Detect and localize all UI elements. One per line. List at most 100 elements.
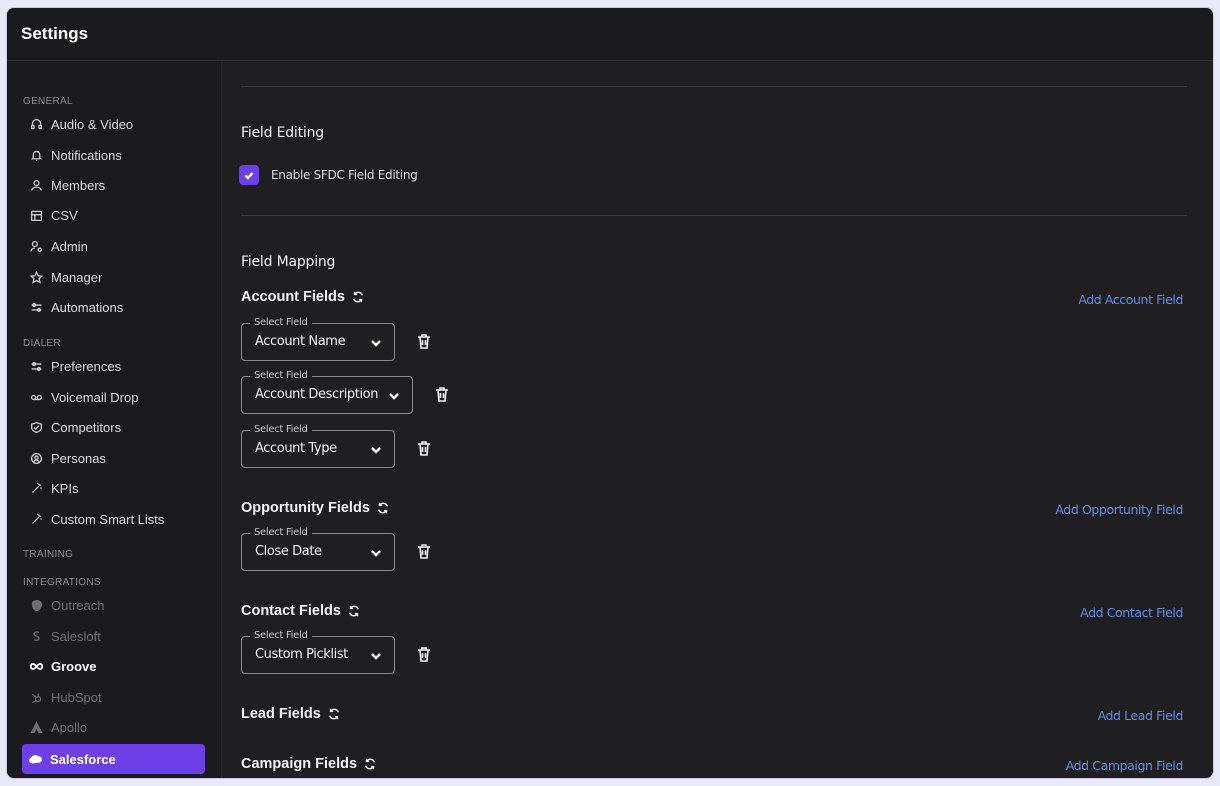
add-campaign-field-link[interactable]: Add Campaign Field — [1066, 758, 1184, 773]
select-legend: Select Field — [250, 317, 312, 328]
sidebar-item-manager[interactable]: Manager — [23, 263, 205, 291]
sidebar-item-label: Salesforce — [50, 751, 116, 767]
star-icon — [21, 270, 51, 284]
trash-icon[interactable] — [435, 387, 449, 402]
sidebar-item-label: Admin — [51, 238, 88, 254]
refresh-icon[interactable] — [347, 604, 361, 618]
account-field-select-2[interactable]: Select Field Account Description — [241, 370, 413, 414]
refresh-icon[interactable] — [351, 290, 365, 304]
sidebar-section-training[interactable]: TRAINING — [23, 549, 73, 560]
sidebar-item-personas[interactable]: Personas — [23, 444, 205, 472]
add-opportunity-field-link[interactable]: Add Opportunity Field — [1055, 502, 1183, 517]
sidebar-item-label: Groove — [51, 658, 97, 674]
sliders-icon — [21, 360, 51, 373]
sidebar-item-label: HubSpot — [51, 689, 102, 705]
sidebar-item-kpis[interactable]: KPIs — [23, 474, 205, 502]
hubspot-icon — [21, 691, 51, 704]
sidebar-item-label: Automations — [51, 299, 124, 315]
sidebar-item-automations[interactable]: Automations — [23, 293, 205, 321]
competitors-icon — [21, 421, 51, 434]
headset-icon — [21, 118, 51, 131]
sidebar-item-label: CSV — [51, 207, 78, 223]
voicemail-icon — [21, 391, 51, 404]
chevron-down-icon — [370, 546, 382, 558]
sidebar-item-admin[interactable]: Admin — [23, 232, 205, 260]
outreach-icon — [21, 599, 51, 612]
divider — [241, 86, 1187, 87]
sidebar-item-custom-smart-lists[interactable]: Custom Smart Lists — [23, 505, 205, 533]
window-title: Settings — [21, 24, 89, 43]
select-legend: Select Field — [250, 630, 312, 641]
sidebar-item-csv[interactable]: CSV — [23, 201, 205, 229]
account-field-select-3[interactable]: Select Field Account Type — [241, 424, 395, 468]
trash-icon[interactable] — [417, 647, 431, 662]
checkmark-icon — [244, 172, 254, 180]
lead-fields-title: Lead Fields — [241, 706, 341, 722]
contact-fields-title: Contact Fields — [241, 603, 361, 619]
sidebar-item-label: Salesloft — [51, 628, 101, 644]
infinity-icon — [21, 660, 51, 673]
sidebar-section-dialer: DIALER — [23, 338, 61, 349]
opportunity-field-select-1[interactable]: Select Field Close Date — [241, 527, 395, 571]
refresh-icon[interactable] — [327, 707, 341, 721]
sidebar-item-groove[interactable]: Groove — [23, 652, 205, 680]
sidebar-item-notifications[interactable]: Notifications — [23, 141, 205, 169]
sidebar-item-salesforce[interactable]: Salesforce — [22, 744, 205, 774]
title-bar: Settings — [7, 8, 1213, 61]
sidebar-item-label: Members — [51, 177, 106, 193]
add-contact-field-link[interactable]: Add Contact Field — [1080, 605, 1183, 620]
main-content: Field Editing Enable SFDC Field Editing … — [222, 61, 1213, 778]
sidebar-item-salesloft[interactable]: Salesloft — [23, 622, 205, 650]
sidebar-item-preferences[interactable]: Preferences — [23, 352, 205, 380]
field-mapping-title: Field Mapping — [241, 254, 336, 270]
select-value: Close Date — [255, 544, 322, 559]
select-value: Account Description — [255, 387, 379, 402]
trash-icon[interactable] — [417, 441, 431, 456]
trash-icon[interactable] — [417, 544, 431, 559]
sidebar-item-label: Manager — [51, 269, 103, 285]
field-editing-title: Field Editing — [241, 125, 324, 141]
sidebar-item-voicemail-drop[interactable]: Voicemail Drop — [23, 383, 205, 411]
settings-window: Settings GENERAL Audio & Video Notificat… — [6, 7, 1214, 779]
sidebar-item-competitors[interactable]: Competitors — [23, 413, 205, 441]
sidebar-item-outreach[interactable]: Outreach — [23, 591, 205, 619]
sidebar-item-label: Apollo — [51, 719, 88, 735]
trash-icon[interactable] — [417, 334, 431, 349]
chevron-down-icon — [388, 389, 400, 401]
sidebar-section-integrations: INTEGRATIONS — [23, 577, 101, 588]
select-legend: Select Field — [250, 527, 312, 538]
sidebar-item-label: Personas — [51, 450, 106, 466]
add-lead-field-link[interactable]: Add Lead Field — [1098, 708, 1184, 723]
group-title-text: Lead Fields — [241, 706, 321, 722]
apollo-icon — [21, 720, 51, 734]
opportunity-fields-title: Opportunity Fields — [241, 500, 390, 516]
sidebar-item-hubspot[interactable]: HubSpot — [23, 683, 205, 711]
sidebar-item-label: Outreach — [51, 597, 105, 613]
enable-sfdc-field-editing-label[interactable]: Enable SFDC Field Editing — [271, 168, 418, 182]
select-value: Account Type — [255, 441, 337, 456]
refresh-icon[interactable] — [376, 501, 390, 515]
contact-field-select-1[interactable]: Select Field Custom Picklist — [241, 630, 395, 674]
sidebar-item-members[interactable]: Members — [23, 171, 205, 199]
group-title-text: Campaign Fields — [241, 756, 358, 772]
chevron-down-icon — [370, 443, 382, 455]
select-value: Custom Picklist — [255, 647, 348, 662]
sidebar: GENERAL Audio & Video Notifications Memb… — [7, 61, 222, 778]
add-account-field-link[interactable]: Add Account Field — [1078, 292, 1183, 307]
refresh-icon[interactable] — [363, 757, 377, 771]
magic-wand-icon — [21, 481, 51, 495]
sidebar-item-label: Preferences — [51, 358, 122, 374]
enable-sfdc-field-editing-checkbox[interactable] — [239, 165, 259, 185]
admin-icon — [21, 240, 51, 253]
sidebar-item-audio-video[interactable]: Audio & Video — [23, 110, 205, 138]
sidebar-item-label: Voicemail Drop — [51, 389, 139, 405]
select-value: Account Name — [255, 334, 346, 349]
sidebar-item-apollo[interactable]: Apollo — [23, 713, 205, 741]
account-field-select-1[interactable]: Select Field Account Name — [241, 317, 395, 361]
sidebar-section-general: GENERAL — [23, 96, 73, 107]
persona-icon — [21, 452, 51, 465]
sidebar-item-label: KPIs — [51, 480, 79, 496]
sidebar-item-label: Competitors — [51, 419, 122, 435]
sidebar-item-label: Audio & Video — [51, 116, 134, 132]
sidebar-item-label: Custom Smart Lists — [51, 511, 165, 527]
